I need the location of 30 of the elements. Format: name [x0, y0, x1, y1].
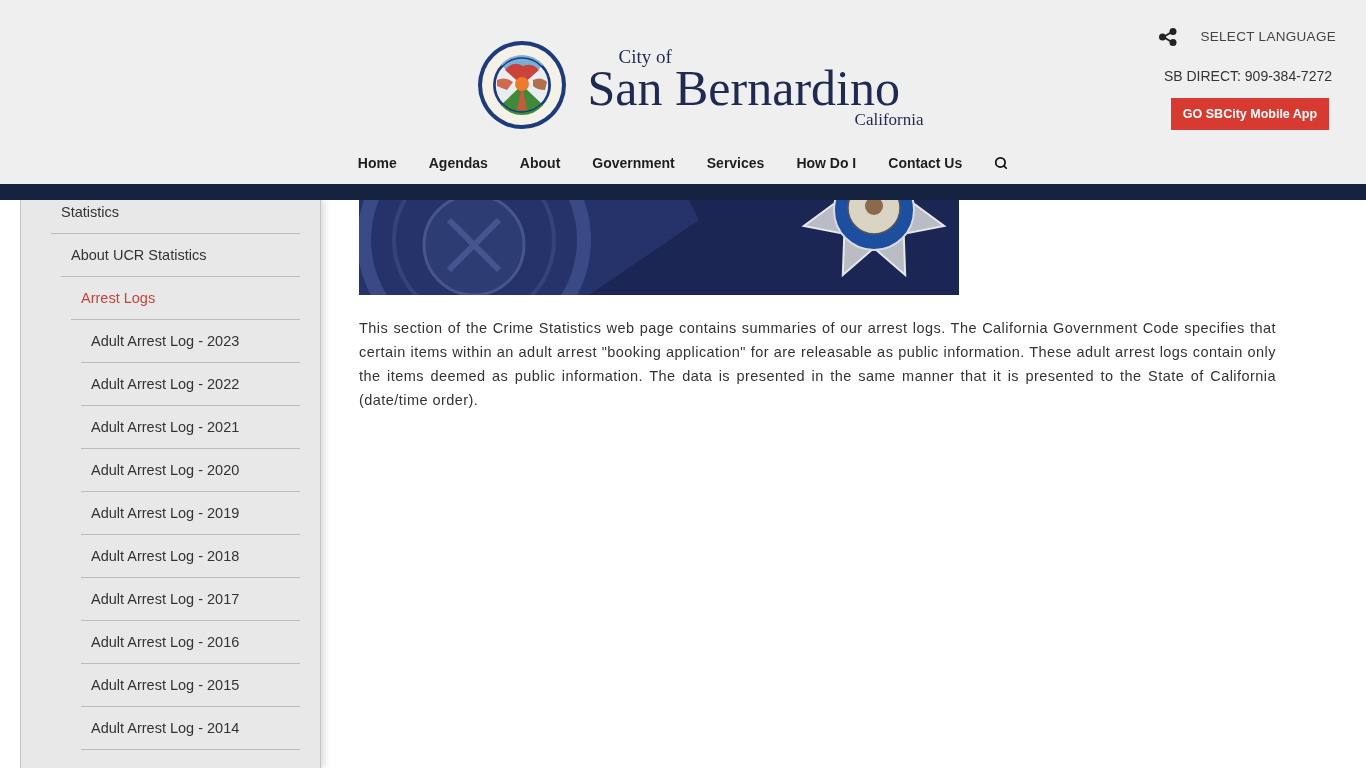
share-icon[interactable] — [1159, 28, 1178, 46]
nav-link[interactable]: How Do I — [796, 152, 857, 174]
nav-link[interactable]: Government — [592, 152, 675, 174]
sidebar-link[interactable]: Adult Arrest Log - 2019 — [91, 503, 240, 523]
logo-city-of-text: City of — [618, 47, 672, 66]
sidebar-link[interactable]: Adult Arrest Log - 2023 — [91, 331, 240, 351]
select-language-link[interactable]: SELECT LANGUAGE — [1200, 26, 1336, 48]
sidebar-link[interactable]: Adult Arrest Log - 2017 — [91, 589, 240, 609]
sidebar-link[interactable]: Adult Arrest Log - 2016 — [91, 632, 240, 652]
nav-link[interactable]: About — [519, 152, 561, 174]
sidebar-link[interactable]: Arrest Logs — [81, 288, 156, 308]
search-icon — [994, 156, 1009, 170]
sidebar-link[interactable]: Adult Arrest Log - 2018 — [91, 546, 240, 566]
sidebar-link[interactable]: Adult Arrest Log - 2020 — [91, 460, 240, 480]
nav-link[interactable]: Home — [357, 152, 397, 174]
nav-link[interactable]: Agendas — [428, 152, 488, 174]
sidebar-link[interactable]: About UCR Statistics — [71, 245, 207, 265]
sidebar-link[interactable]: Adult Arrest Log - 2022 — [91, 374, 240, 394]
intro-paragraph: This section of the Crime Statistics web page contains summaries of our arrest logs. The California Government Code specifies that certain items within an adult arrest "booking application" for are releasable as public information. These adult arrest logs contain only the items deemed as public information. The data is presented in the same manner that it is presented to the State of California (date/time order). — [359, 319, 1276, 410]
sidebar-link[interactable]: Statistics — [61, 202, 119, 222]
mobile-app-button[interactable]: GO SBCity Mobile App — [1171, 98, 1329, 130]
sidebar-link[interactable]: Adult Arrest Log - 2015 — [91, 675, 240, 695]
sidebar-link[interactable]: Adult Arrest Log - 2021 — [91, 417, 240, 437]
sidebar-link[interactable]: Adult Arrest Log - 2014 — [91, 718, 240, 738]
nav-link[interactable]: Contact Us — [888, 152, 963, 174]
city-seal-icon — [476, 40, 567, 130]
logo-city-name: San Bernardino — [587, 66, 900, 110]
nav-link[interactable]: Services — [706, 152, 765, 174]
phone-number-text: SB DIRECT: 909-384-7272 — [1163, 67, 1332, 86]
logo-state-text: California — [854, 110, 924, 130]
